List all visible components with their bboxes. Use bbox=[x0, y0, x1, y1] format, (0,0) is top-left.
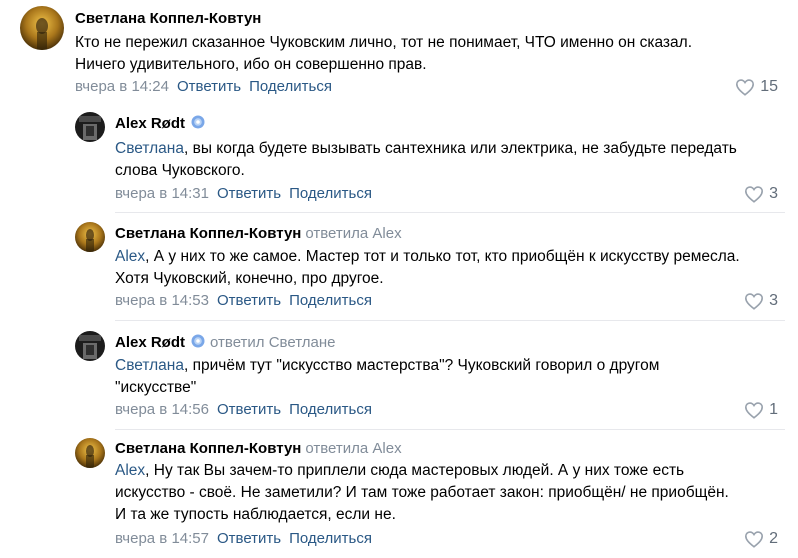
comment-line: Кто не пережил сказанное Чуковским лично… bbox=[75, 34, 693, 51]
comment-meta: вчера в 14:57 Ответить Поделиться bbox=[115, 529, 372, 549]
heart-icon bbox=[745, 186, 764, 203]
verified-icon bbox=[190, 114, 206, 130]
like-button[interactable]: 1 bbox=[744, 400, 778, 420]
author-name[interactable]: Светлана Коппел-Ковтун bbox=[115, 440, 301, 457]
comment-meta: вчера в 14:24 Ответить Поделиться bbox=[75, 77, 332, 97]
timestamp[interactable]: вчера в 14:53 bbox=[115, 292, 209, 309]
comment-thread: Светлана Коппел-Ковтун Кто не пережил ск… bbox=[0, 0, 798, 558]
share-button[interactable]: Поделиться bbox=[289, 530, 372, 547]
comment-meta: вчера в 14:53 Ответить Поделиться bbox=[115, 291, 372, 311]
author-line: Alex Rødt bbox=[115, 114, 206, 134]
timestamp[interactable]: вчера в 14:24 bbox=[75, 78, 169, 95]
comment-meta: вчера в 14:31 Ответить Поделиться bbox=[115, 184, 372, 204]
reply-button[interactable]: Ответить bbox=[177, 78, 241, 95]
heart-icon bbox=[745, 293, 764, 310]
comment-text: Кто не пережил сказанное Чуковским лично… bbox=[75, 32, 692, 76]
timestamp[interactable]: вчера в 14:57 bbox=[115, 530, 209, 547]
like-button[interactable]: 15 bbox=[735, 77, 778, 97]
comment: Светлана Коппел-Ковтун ответила Alex Alex… bbox=[75, 438, 790, 556]
avatar[interactable] bbox=[75, 438, 105, 468]
like-count: 15 bbox=[760, 78, 778, 95]
reply-to-label[interactable]: ответил Светлане bbox=[210, 334, 335, 351]
comment-text: Alex, Ну так Вы зачем-то приплели сюда м… bbox=[115, 460, 729, 526]
comment: Alex Rødt Светлана, вы когда будете вызы… bbox=[75, 112, 790, 207]
like-count: 3 bbox=[769, 185, 778, 202]
comment-line: Ничего удивительного, ибо он совершенно … bbox=[75, 56, 427, 73]
like-count: 3 bbox=[769, 292, 778, 309]
comment-line: , Ну так Вы зачем-то приплели сюда масте… bbox=[145, 462, 685, 479]
divider bbox=[115, 212, 785, 213]
share-button[interactable]: Поделиться bbox=[289, 185, 372, 202]
share-button[interactable]: Поделиться bbox=[289, 401, 372, 418]
avatar[interactable] bbox=[75, 222, 105, 252]
like-button[interactable]: 3 bbox=[744, 291, 778, 311]
timestamp[interactable]: вчера в 14:56 bbox=[115, 401, 209, 418]
comment-line: , А у них то же самое. Мастер тот и толь… bbox=[145, 248, 740, 265]
mention-link[interactable]: Alex bbox=[115, 248, 145, 265]
comment-line: искусство - своё. Не заметили? И там тож… bbox=[115, 484, 729, 501]
reply-button[interactable]: Ответить bbox=[217, 292, 281, 309]
comment-line: Хотя Чуковский, конечно, про другое. bbox=[115, 270, 384, 287]
comment-line: "искусстве" bbox=[115, 379, 197, 396]
heart-icon bbox=[736, 79, 755, 96]
comment: Светлана Коппел-Ковтун ответила Alex Alex… bbox=[75, 222, 790, 317]
comment-line: слова Чуковского. bbox=[115, 162, 245, 179]
comment-line: , вы когда будете вызывать сантехника ил… bbox=[183, 140, 737, 157]
like-button[interactable]: 3 bbox=[744, 184, 778, 204]
comment-meta: вчера в 14:56 Ответить Поделиться bbox=[115, 400, 372, 420]
author-line: Светлана Коппел-Ковтун ответила Alex bbox=[115, 224, 402, 244]
avatar[interactable] bbox=[75, 331, 105, 361]
heart-icon bbox=[745, 402, 764, 419]
reply-button[interactable]: Ответить bbox=[217, 530, 281, 547]
divider bbox=[115, 320, 785, 321]
author-name[interactable]: Светлана Коппел-Ковтун bbox=[115, 225, 301, 242]
comment-text: Светлана, вы когда будете вызывать санте… bbox=[115, 138, 737, 182]
comment-line: И та же тупость наблюдается, если не. bbox=[115, 506, 396, 523]
author-name[interactable]: Alex Rødt bbox=[115, 334, 185, 351]
author-name[interactable]: Alex Rødt bbox=[115, 115, 185, 132]
reply-to-label[interactable]: ответила Alex bbox=[305, 225, 401, 242]
avatar[interactable] bbox=[20, 6, 64, 50]
timestamp[interactable]: вчера в 14:31 bbox=[115, 185, 209, 202]
comment: Светлана Коппел-Ковтун Кто не пережил ск… bbox=[20, 6, 790, 98]
divider bbox=[115, 429, 785, 430]
mention-link[interactable]: Светлана bbox=[115, 357, 184, 374]
like-count: 1 bbox=[769, 401, 778, 418]
like-count: 2 bbox=[769, 530, 778, 547]
like-button[interactable]: 2 bbox=[744, 529, 778, 549]
share-button[interactable]: Поделиться bbox=[249, 78, 332, 95]
author-name[interactable]: Светлана Коппел-Ковтун bbox=[75, 10, 261, 27]
reply-to-label[interactable]: ответила Alex bbox=[305, 440, 401, 457]
verified-icon bbox=[190, 333, 206, 349]
author-line: Светлана Коппел-Ковтун ответила Alex bbox=[115, 439, 402, 459]
share-button[interactable]: Поделиться bbox=[289, 292, 372, 309]
heart-icon bbox=[745, 531, 764, 548]
comment: Alex Rødt ответил Светлане Светлана, прич… bbox=[75, 331, 790, 426]
comment-text: Светлана, причём тут "искусство мастерст… bbox=[115, 355, 659, 399]
comment-line: , причём тут "искусство мастерства"? Чук… bbox=[183, 357, 660, 374]
comment-text: Alex, А у них то же самое. Мастер тот и … bbox=[115, 246, 740, 290]
reply-button[interactable]: Ответить bbox=[217, 185, 281, 202]
author-line: Alex Rødt ответил Светлане bbox=[115, 333, 335, 353]
mention-link[interactable]: Светлана bbox=[115, 140, 184, 157]
mention-link[interactable]: Alex bbox=[115, 462, 145, 479]
avatar[interactable] bbox=[75, 112, 105, 142]
reply-button[interactable]: Ответить bbox=[217, 401, 281, 418]
author-line: Светлана Коппел-Ковтун bbox=[75, 9, 261, 29]
